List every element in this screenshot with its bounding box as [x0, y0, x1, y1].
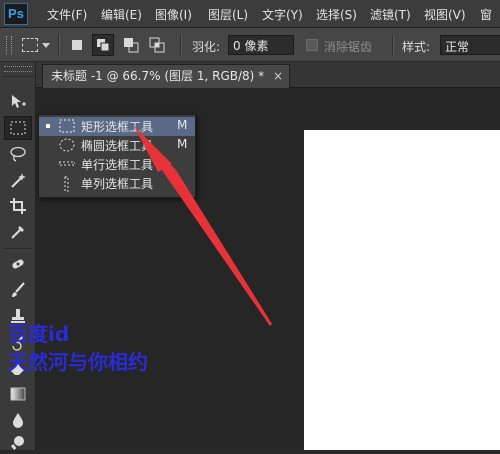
rect-marquee-tool-icon	[10, 121, 26, 135]
grip-icon	[6, 36, 12, 54]
lasso-tool[interactable]	[4, 142, 32, 166]
intersect-selection-icon[interactable]	[148, 36, 166, 58]
dodge-tool[interactable]	[4, 430, 32, 454]
brush-tool-icon	[12, 282, 25, 297]
lasso-tool-icon	[10, 146, 26, 162]
shortcut-key: M	[177, 118, 188, 132]
shortcut-key: M	[177, 137, 188, 151]
antialias-checkbox[interactable]	[306, 39, 318, 51]
separator	[392, 35, 394, 55]
gradient-tool[interactable]	[4, 382, 32, 406]
flyout-item-label: 椭圆选框工具	[81, 139, 154, 153]
menu-file[interactable]: 文件(F)	[47, 6, 87, 23]
flyout-item-label: 矩形选框工具	[81, 120, 154, 134]
document-tab-strip: 未标题 -1 @ 66.7% (图层 1, RGB/8) * ×	[36, 62, 500, 88]
style-select[interactable]: 正常	[440, 35, 500, 55]
tools-panel	[0, 62, 36, 450]
menu-window[interactable]: 窗	[480, 6, 492, 23]
style-label: 样式:	[402, 40, 431, 54]
watermark-line-2: 天然河与你相约	[8, 350, 148, 374]
photoshop-logo[interactable]: Ps	[4, 3, 28, 25]
feather-input[interactable]	[228, 35, 294, 55]
dodge-tool-icon	[10, 436, 24, 450]
options-bar: 羽化: 消除锯齿 样式: 正常	[0, 28, 500, 62]
menu-layer[interactable]: 图层(L)	[208, 6, 248, 23]
spot-healing-tool-icon	[12, 259, 24, 269]
gradient-tool-icon	[10, 387, 26, 401]
blur-tool-icon	[13, 413, 23, 428]
antialias-label: 消除锯齿	[324, 40, 373, 54]
move-tool[interactable]	[4, 90, 32, 114]
separator	[58, 35, 60, 55]
subtract-from-selection-icon[interactable]	[122, 36, 140, 58]
panel-grip-icon[interactable]	[4, 66, 32, 72]
flyout-item-ellipse-marquee[interactable]: 椭圆选框工具 M	[39, 136, 195, 155]
move-tool-icon	[12, 95, 26, 108]
flyout-item-rect-marquee[interactable]: 矩形选框工具 M	[39, 117, 195, 136]
eyedropper-tool[interactable]	[4, 220, 32, 244]
preset-dropdown-icon[interactable]	[42, 43, 50, 48]
document-tab-title: 未标题 -1 @ 66.7% (图层 1, RGB/8) *	[51, 69, 265, 83]
blur-tool[interactable]	[4, 408, 32, 432]
ellipse-marquee-icon	[59, 138, 75, 152]
spot-healing-tool[interactable]	[4, 252, 32, 276]
document-canvas[interactable]	[304, 130, 500, 450]
menu-view[interactable]: 视图(V)	[424, 6, 466, 23]
watermark-line-1: 百度id	[8, 322, 70, 346]
selected-bullet-icon	[46, 124, 50, 128]
flyout-item-single-column-marquee[interactable]: 单列选框工具	[39, 174, 195, 193]
flyout-item-label: 单行选框工具	[81, 158, 154, 172]
menu-image[interactable]: 图像(I)	[155, 6, 192, 23]
brush-tool[interactable]	[4, 278, 32, 302]
magic-wand-tool[interactable]	[4, 168, 32, 192]
crop-tool[interactable]	[4, 194, 32, 218]
menu-bar: Ps 文件(F) 编辑(E) 图像(I) 图层(L) 文字(Y) 选择(S) 滤…	[0, 0, 500, 28]
menu-type[interactable]: 文字(Y)	[262, 6, 303, 23]
flyout-item-single-row-marquee[interactable]: 单行选框工具	[39, 155, 195, 174]
single-row-marquee-icon	[59, 161, 75, 166]
eyedropper-tool-icon	[11, 226, 24, 239]
menu-select[interactable]: 选择(S)	[316, 6, 357, 23]
feather-label: 羽化:	[192, 40, 221, 54]
rect-marquee-icon	[59, 119, 75, 133]
flyout-item-label: 单列选框工具	[81, 177, 154, 191]
marquee-tool-flyout: 矩形选框工具 M 椭圆选框工具 M 单行选框工具 单列选框工具	[38, 114, 196, 198]
add-to-selection-icon	[97, 39, 110, 52]
tool-group-divider	[4, 248, 32, 249]
single-column-marquee-icon	[64, 176, 69, 192]
document-tab[interactable]: 未标题 -1 @ 66.7% (图层 1, RGB/8) * ×	[42, 64, 290, 88]
style-select-value: 正常	[445, 40, 470, 54]
menu-filter[interactable]: 滤镜(T)	[370, 6, 411, 23]
close-icon[interactable]: ×	[273, 65, 283, 87]
menu-edit[interactable]: 编辑(E)	[101, 6, 142, 23]
tool-preset-marquee-icon[interactable]	[22, 38, 38, 52]
new-selection-icon[interactable]	[72, 40, 82, 50]
add-to-selection-button[interactable]	[92, 34, 114, 56]
crop-tool-icon	[10, 198, 26, 214]
magic-wand-tool-icon	[11, 173, 26, 188]
separator	[180, 35, 182, 55]
rect-marquee-tool[interactable]	[4, 116, 32, 140]
panel-divider	[2, 76, 34, 77]
